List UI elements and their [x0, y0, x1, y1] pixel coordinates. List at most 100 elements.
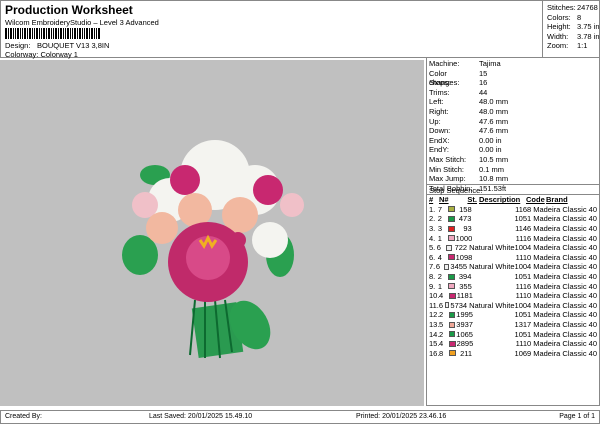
barcode-bar [48, 28, 50, 39]
info-row: Zoom: 1:1 [547, 41, 600, 51]
barcode-bar [58, 28, 59, 39]
info-label: Zoom: [547, 41, 569, 50]
barcode-bar [82, 28, 83, 39]
barcode-bar [15, 28, 16, 39]
thread-code: 1069 [514, 348, 532, 358]
info-row: Machine: Tajima [429, 59, 597, 69]
stop-index: 7. [429, 262, 436, 272]
needle-number: 7 [437, 204, 442, 214]
thread-description: Natural White [469, 243, 515, 253]
color-swatch [449, 321, 456, 328]
stop-index: 15. [429, 339, 440, 349]
stitch-count: 2895 [456, 339, 474, 349]
color-swatch [448, 225, 455, 232]
table-row: 3. 3 93 1146 Madeira Classic 40 [429, 224, 597, 234]
color-swatch [449, 311, 456, 318]
info-row: Up: 47.6 mm [429, 117, 597, 127]
stitch-count: 394 [458, 272, 472, 282]
col-code: Code [526, 195, 545, 205]
barcode-bar [67, 28, 69, 39]
thread-brand: Madeira Classic 40 [533, 233, 597, 243]
barcode-bar [70, 28, 71, 39]
barcode-bar [46, 28, 47, 39]
stitch-count: 355 [459, 281, 472, 291]
thread-description: Natural White [469, 262, 515, 272]
barcode-bar [53, 28, 54, 39]
info-value: 44 [479, 87, 488, 97]
stop-sequence-title: Stop Sequence: [429, 186, 483, 195]
barcode-bar [74, 28, 76, 39]
barcode-bar [51, 28, 52, 39]
barcode-bar [13, 28, 14, 39]
info-value: 0.00 in [479, 145, 502, 155]
info-label: Width: [547, 31, 569, 41]
design-line: Design: BOUQUET V13 3,8IN [5, 41, 109, 50]
stitch-count: 1098 [455, 252, 473, 262]
barcode-bar [10, 28, 12, 39]
barcode-bar [60, 28, 62, 39]
needle-number: 5 [439, 320, 444, 330]
barcode-bar [29, 28, 31, 39]
thread-code: 1051 [514, 310, 532, 320]
table-row: 10. 4 1181 1110 Madeira Classic 40 [429, 291, 597, 301]
thread-code: 1051 [514, 329, 532, 339]
table-row: 13. 5 3937 1317 Madeira Classic 40 [429, 320, 597, 330]
info-value: Tajima [479, 59, 501, 68]
info-row: Stops: 16 [429, 78, 597, 88]
barcode-bar [27, 28, 28, 39]
info-label: Up: [429, 116, 441, 126]
page-number: Page 1 of 1 [559, 413, 595, 420]
stop-index: 2. [429, 214, 436, 224]
needle-number: 2 [437, 214, 442, 224]
barcode-bar [79, 28, 81, 39]
info-label: Max Jump: [429, 174, 466, 184]
printed-date: Printed: 20/01/2025 23.46.16 [356, 413, 447, 420]
thread-brand: Madeira Classic 40 [533, 300, 597, 310]
table-row: 16. 8 211 1069 Madeira Classic 40 [429, 349, 597, 359]
thread-code: 1168 [515, 204, 532, 214]
info-label: Right: [429, 106, 449, 116]
stop-index: 14. [429, 329, 440, 339]
table-row: 7. 6 3455 Natural White 1004 Madeira Classic … [429, 262, 597, 272]
table-row: 14. 2 1065 1051 Madeira Classic 40 [429, 329, 597, 339]
worksheet-header: Production Worksheet Wilcom EmbroiderySt… [0, 0, 600, 59]
thread-code: 1004 [514, 262, 532, 272]
barcode-bar [96, 28, 97, 39]
design-name: BOUQUET V13 3,8IN [37, 41, 110, 50]
thread-code: 1110 [515, 252, 532, 262]
needle-number: 2 [439, 329, 444, 339]
color-swatch [449, 292, 456, 299]
info-value: 10.8 mm [479, 174, 509, 184]
barcode-bar [94, 28, 95, 39]
stitch-count: 1995 [456, 310, 473, 320]
color-swatch [448, 273, 455, 280]
needle-number: 6 [436, 243, 441, 253]
stitch-count: 158 [459, 204, 472, 214]
stop-index: 6. [429, 252, 436, 262]
stitch-count: 1065 [456, 329, 473, 339]
info-label: Down: [429, 126, 451, 136]
barcode-bar [43, 28, 45, 39]
col-description: Description [479, 195, 521, 205]
info-value: 47.6 mm [479, 116, 509, 126]
barcode-bar [17, 28, 19, 39]
info-label: Color changes: [429, 68, 460, 87]
needle-number: 2 [439, 310, 444, 320]
thread-brand: Madeira Classic 40 [533, 291, 597, 301]
barcode-bar [5, 28, 7, 39]
stop-index: 13. [429, 320, 440, 330]
stop-index: 11. [429, 300, 439, 310]
needle-number: 1 [437, 233, 442, 243]
color-swatch [448, 254, 455, 261]
needle-number: 6 [435, 262, 440, 272]
barcode-bar [55, 28, 57, 39]
thread-brand: Madeira Classic 40 [533, 310, 597, 320]
info-label: EndX: [429, 135, 450, 145]
barcode [5, 28, 123, 39]
table-row: 11. 6 5734 Natural White 1004 Madeira Classic… [429, 301, 597, 311]
info-label: Stops: [429, 78, 451, 88]
info-row: Right: 48.0 mm [429, 107, 597, 117]
info-value: 3.75 in [577, 22, 600, 31]
thread-brand: Madeira Classic 40 [533, 224, 597, 234]
colorway-label: Colorway: [5, 50, 39, 59]
